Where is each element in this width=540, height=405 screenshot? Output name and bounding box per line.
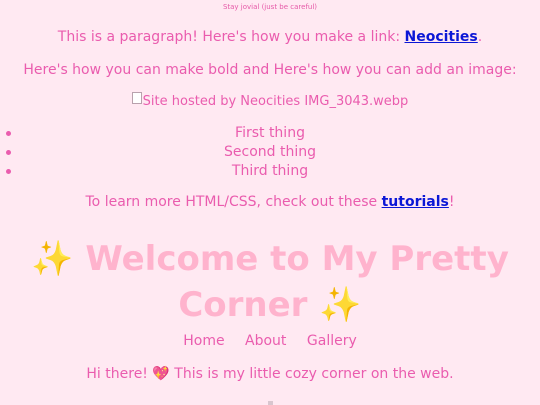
paragraph-link-intro-end: . [477, 29, 483, 45]
nav-home[interactable]: Home [183, 333, 224, 349]
sparkle-icon: ✨ [31, 239, 74, 279]
partial-image-edge [268, 401, 273, 405]
paragraph-tutorials: To learn more HTML/CSS, check out these … [0, 193, 540, 211]
nav-gallery[interactable]: Gallery [307, 333, 357, 349]
page-title: ✨ Welcome to My Pretty Corner ✨ [0, 236, 540, 328]
page-title-line1: Welcome to My Pretty [85, 239, 509, 279]
greeting-after: This is my little cozy corner on the web… [169, 366, 454, 382]
paragraph-link-intro: This is a paragraph! Here's how you make… [0, 28, 540, 46]
list-item-label: Second thing [224, 144, 316, 160]
paragraph-tutorials-end: ! [448, 194, 455, 210]
paragraph-link-intro-text: This is a paragraph! Here's how you make… [57, 29, 405, 45]
bullet-dot-icon [6, 131, 11, 136]
list-item-label: First thing [235, 125, 305, 141]
paragraph-bold-image: Here's how you can make bold and Here's … [23, 62, 517, 78]
tutorials-link[interactable]: tutorials [382, 194, 449, 210]
greeting: Hi there! 💖 This is my little cozy corne… [0, 364, 540, 384]
list-item-label: Third thing [231, 163, 309, 179]
main-nav: Home About Gallery [0, 331, 540, 351]
list-item: First thing [0, 124, 540, 143]
page-title-line2: Corner [178, 285, 308, 325]
sparkle-icon: ✨ [319, 285, 362, 325]
broken-image: Site hosted by Neocities IMG_3043.webp [0, 92, 540, 111]
bullet-list: First thing Second thing Third thing [0, 124, 540, 181]
bullet-dot-icon [6, 150, 11, 155]
list-item: Second thing [0, 143, 540, 162]
list-item: Third thing [0, 162, 540, 181]
broken-image-icon [131, 92, 142, 104]
greeting-before: Hi there! [86, 366, 153, 382]
broken-image-alt-text: Site hosted by Neocities IMG_3043.webp [142, 94, 409, 109]
sparkling-heart-icon: 💖 [152, 366, 170, 382]
nav-about[interactable]: About [245, 333, 286, 349]
bullet-dot-icon [6, 169, 11, 174]
paragraph-tutorials-text: To learn more HTML/CSS, check out these [85, 194, 382, 210]
neocities-link[interactable]: Neocities [405, 29, 478, 45]
top-note: Stay jovial (just be careful) [222, 3, 318, 11]
